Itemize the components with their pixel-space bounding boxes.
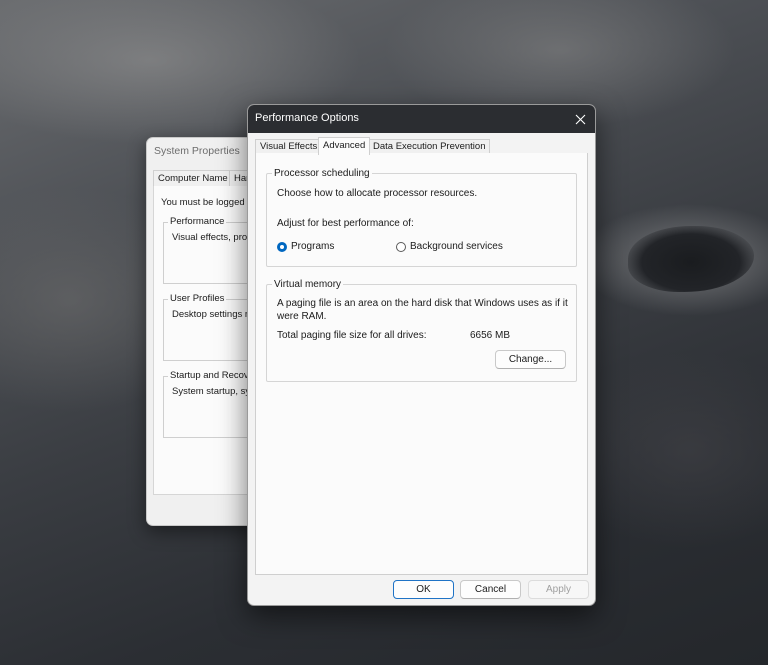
tab-advanced[interactable]: Advanced [318,137,371,155]
user-profiles-group-label: User Profiles [168,293,227,304]
system-properties-title: System Properties [154,145,240,157]
adjust-performance-label: Adjust for best performance of: [277,218,414,229]
advanced-tab-panel: Processor scheduling Choose how to alloc… [255,153,588,575]
dialog-title: Performance Options [255,112,359,124]
logged-on-message: You must be logged [161,197,245,208]
performance-options-dialog[interactable]: Performance Options Visual Effects Advan… [247,104,596,606]
processor-scheduling-title: Processor scheduling [272,168,372,179]
radio-background-services[interactable]: Background services [396,241,503,252]
virtual-memory-description-line1: A paging file is an area on the hard dis… [277,298,568,309]
close-button[interactable] [565,105,595,133]
performance-group-label: Performance [168,216,227,227]
tab-data-execution-prevention[interactable]: Data Execution Prevention [368,139,491,154]
total-paging-label: Total paging file size for all drives: [277,330,427,341]
radio-background-services-label: Background services [410,241,503,252]
wallpaper-rock [628,226,754,292]
startup-recovery-group-label: Startup and Recov [168,370,251,381]
user-profiles-group-desc: Desktop settings re [172,309,254,320]
apply-button[interactable]: Apply [528,580,589,599]
total-paging-value: 6656 MB [470,330,511,341]
tab-visual-effects[interactable]: Visual Effects [255,139,323,154]
ok-button[interactable]: OK [393,580,454,599]
virtual-memory-description-line2: were RAM. [277,311,327,322]
processor-scheduling-group: Processor scheduling Choose how to alloc… [266,168,577,267]
radio-programs-label: Programs [291,241,335,252]
performance-group-desc: Visual effects, proc [172,232,252,243]
startup-recovery-group-desc: System startup, sys [172,386,255,397]
radio-unselected-indicator [396,241,406,252]
title-bar[interactable]: Performance Options [248,105,595,133]
radio-programs[interactable]: Programs [277,241,334,252]
change-button[interactable]: Change... [495,350,566,369]
close-icon [575,114,585,124]
virtual-memory-title: Virtual memory [272,279,344,290]
processor-description: Choose how to allocate processor resourc… [277,188,478,199]
virtual-memory-group: Virtual memory A paging file is an area … [266,279,577,382]
tab-computer-name[interactable]: Computer Name [153,170,233,186]
tab-strip: Visual Effects Advanced Data Execution P… [255,137,588,155]
cancel-button[interactable]: Cancel [460,580,521,599]
radio-selected-indicator [277,241,287,252]
